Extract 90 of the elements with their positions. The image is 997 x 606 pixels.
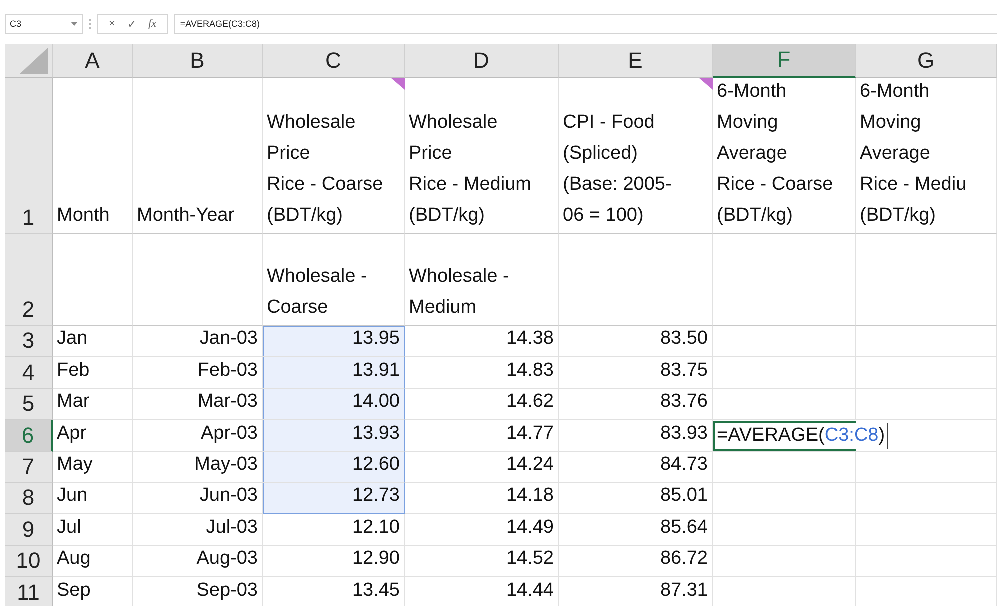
- table-cell: 12.73: [263, 482, 405, 514]
- column-header[interactable]: E: [559, 44, 713, 78]
- table-cell: 13.95: [263, 326, 405, 358]
- cancel-button[interactable]: ×: [104, 15, 120, 33]
- table-cell: Month-Year: [133, 78, 263, 234]
- table-cell: 14.52: [405, 546, 559, 578]
- empty-cell[interactable]: [713, 514, 856, 546]
- select-all-icon[interactable]: [20, 48, 48, 74]
- empty-cell[interactable]: [713, 326, 856, 358]
- empty-cell[interactable]: [856, 357, 997, 389]
- empty-cell[interactable]: [856, 452, 997, 483]
- table-cell: 12.90: [263, 546, 405, 578]
- empty-cell[interactable]: [53, 234, 133, 326]
- row-header[interactable]: 2: [5, 234, 53, 326]
- empty-cell[interactable]: [713, 546, 856, 578]
- empty-cell[interactable]: [856, 234, 997, 326]
- name-box[interactable]: C3: [5, 14, 83, 34]
- column-header[interactable]: D: [405, 44, 559, 78]
- table-cell: 13.93: [263, 420, 405, 452]
- table-cell: 83.76: [559, 388, 713, 420]
- table-cell: Jul-03: [133, 514, 263, 546]
- column-header[interactable]: A: [53, 44, 133, 78]
- table-cell: Mar: [53, 388, 133, 420]
- row-header[interactable]: 1: [5, 78, 53, 234]
- table-cell: Feb: [53, 357, 133, 389]
- table-cell: Jun: [53, 482, 133, 514]
- table-cell: 6-Month Moving Average Rice - Mediu (BDT/kg): [856, 78, 997, 234]
- table-cell: Jul: [53, 514, 133, 546]
- row-header[interactable]: 11: [5, 577, 53, 606]
- dropdown-icon[interactable]: [71, 22, 78, 26]
- cell-editor[interactable]: =AVERAGE(C3:C8): [717, 422, 888, 449]
- table-cell: 14.49: [405, 514, 559, 546]
- table-cell: 14.77: [405, 420, 559, 452]
- insert-function-button[interactable]: fx: [143, 15, 162, 33]
- table-cell: 84.73: [559, 452, 713, 483]
- empty-cell[interactable]: [713, 357, 856, 389]
- row-header[interactable]: 10: [5, 546, 53, 578]
- table-cell: 12.10: [263, 514, 405, 546]
- empty-cell[interactable]: [856, 482, 997, 514]
- table-cell: Apr: [53, 420, 133, 452]
- empty-cell[interactable]: [133, 234, 263, 326]
- empty-cell[interactable]: [713, 388, 856, 420]
- empty-cell[interactable]: [713, 234, 856, 326]
- row-header[interactable]: 6: [5, 420, 53, 452]
- formula-field[interactable]: =AVERAGE(C3:C8): [174, 14, 997, 34]
- row-header[interactable]: 5: [5, 388, 53, 420]
- row-header[interactable]: 8: [5, 482, 53, 514]
- table-cell: May: [53, 452, 133, 483]
- column-header[interactable]: G: [856, 44, 997, 78]
- empty-cell[interactable]: [713, 482, 856, 514]
- table-cell: Aug-03: [133, 546, 263, 578]
- empty-cell[interactable]: [856, 514, 997, 546]
- table-cell: 87.31: [559, 577, 713, 606]
- table-cell: 13.45: [263, 577, 405, 606]
- empty-cell[interactable]: [856, 388, 997, 420]
- table-cell: 83.50: [559, 326, 713, 358]
- table-cell: 6-Month Moving Average Rice - Coarse (BDT/kg): [713, 78, 856, 234]
- table-cell: 14.24: [405, 452, 559, 483]
- enter-button[interactable]: ✓: [122, 15, 142, 33]
- table-cell: 14.18: [405, 482, 559, 514]
- table-cell: 14.00: [263, 388, 405, 420]
- empty-cell[interactable]: [856, 326, 997, 358]
- empty-cell[interactable]: [559, 234, 713, 326]
- row-header[interactable]: 3: [5, 326, 53, 358]
- table-cell: Wholesale Price Rice - Medium (BDT/kg): [405, 78, 559, 234]
- empty-cell[interactable]: [856, 546, 997, 578]
- row-header[interactable]: 9: [5, 514, 53, 546]
- table-cell: Aug: [53, 546, 133, 578]
- table-cell: 86.72: [559, 546, 713, 578]
- column-header[interactable]: C: [263, 44, 405, 78]
- column-header[interactable]: F: [713, 44, 856, 78]
- empty-cell[interactable]: [713, 452, 856, 483]
- column-header[interactable]: B: [133, 44, 263, 78]
- table-cell: 14.44: [405, 577, 559, 606]
- table-cell: 13.91: [263, 357, 405, 389]
- row-header[interactable]: 7: [5, 452, 53, 483]
- table-cell: Sep: [53, 577, 133, 606]
- table-cell: Wholesale - Medium: [405, 234, 559, 326]
- table-cell: 83.93: [559, 420, 713, 452]
- table-cell: Month: [53, 78, 133, 234]
- table-cell: 14.38: [405, 326, 559, 358]
- table-cell: 14.62: [405, 388, 559, 420]
- table-cell: 14.83: [405, 357, 559, 389]
- table-cell: 83.75: [559, 357, 713, 389]
- table-cell: 85.01: [559, 482, 713, 514]
- row-header[interactable]: 4: [5, 357, 53, 389]
- table-cell: 85.64: [559, 514, 713, 546]
- table-cell: Sep-03: [133, 577, 263, 606]
- table-cell: Jan: [53, 326, 133, 358]
- table-cell: 12.60: [263, 452, 405, 483]
